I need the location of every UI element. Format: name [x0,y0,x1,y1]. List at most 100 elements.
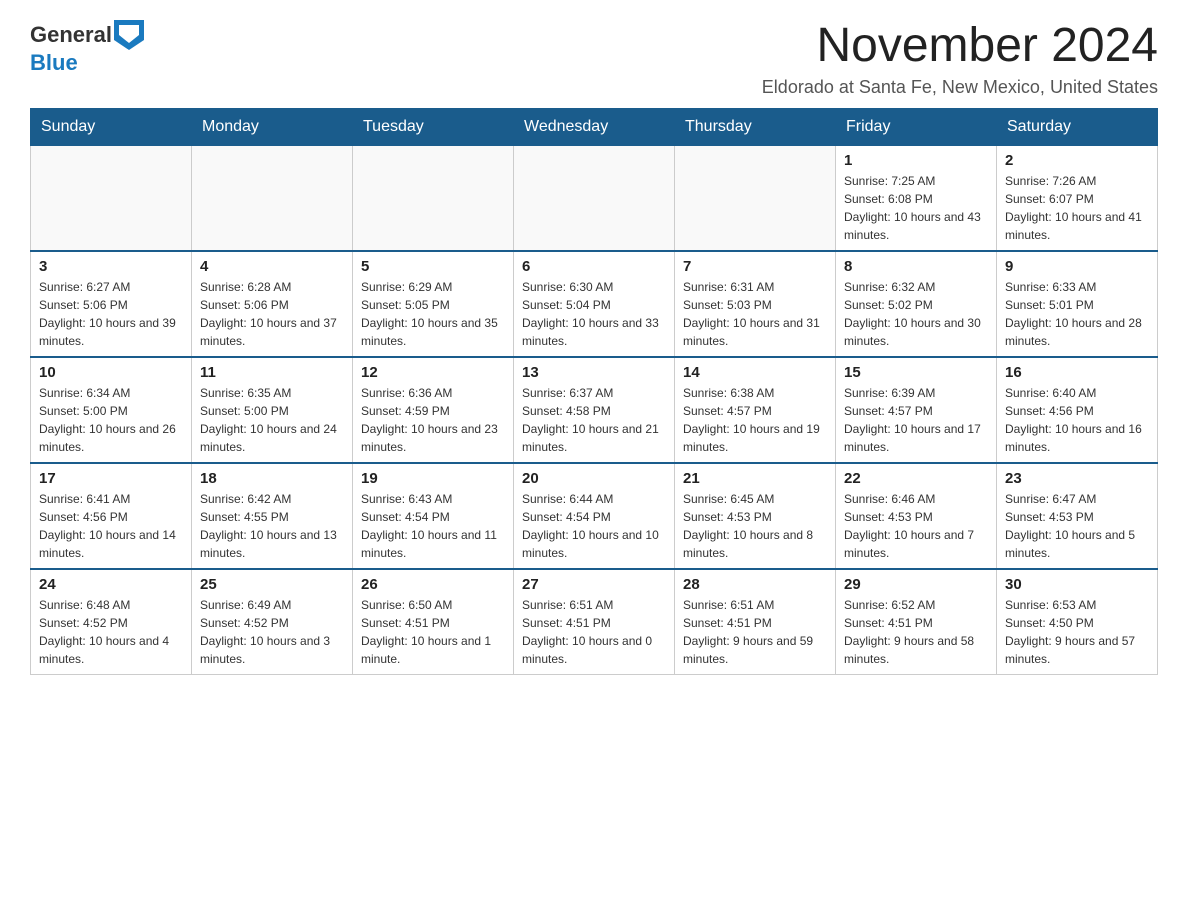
day-number: 3 [39,258,183,275]
calendar-cell: 24 Sunrise: 6:48 AM Sunset: 4:52 PM Dayli… [31,569,192,675]
col-header-thursday: Thursday [675,109,836,145]
calendar-cell: 4 Sunrise: 6:28 AM Sunset: 5:06 PM Daylig… [192,251,353,357]
calendar-cell: 3 Sunrise: 6:27 AM Sunset: 5:06 PM Daylig… [31,251,192,357]
calendar-cell: 18 Sunrise: 6:42 AM Sunset: 4:55 PM Dayli… [192,463,353,569]
day-info: Sunrise: 6:28 AM Sunset: 5:06 PM Dayligh… [200,278,344,350]
logo-blue: Blue [30,50,78,75]
day-number: 28 [683,576,827,593]
day-number: 11 [200,364,344,381]
calendar-week-2: 10 Sunrise: 6:34 AM Sunset: 5:00 PM Dayli… [31,357,1158,463]
col-header-friday: Friday [836,109,997,145]
calendar-week-4: 24 Sunrise: 6:48 AM Sunset: 4:52 PM Dayli… [31,569,1158,675]
calendar-cell: 26 Sunrise: 6:50 AM Sunset: 4:51 PM Dayli… [353,569,514,675]
logo-icon [114,20,144,50]
day-number: 27 [522,576,666,593]
day-number: 9 [1005,258,1149,275]
day-number: 1 [844,152,988,169]
day-number: 14 [683,364,827,381]
calendar-cell: 30Sunrise: 6:53 AM Sunset: 4:50 PM Dayli… [997,569,1158,675]
col-header-saturday: Saturday [997,109,1158,145]
day-info: Sunrise: 6:48 AM Sunset: 4:52 PM Dayligh… [39,596,183,668]
calendar-cell [353,145,514,251]
day-info: Sunrise: 6:37 AM Sunset: 4:58 PM Dayligh… [522,384,666,456]
day-number: 12 [361,364,505,381]
day-info: Sunrise: 6:35 AM Sunset: 5:00 PM Dayligh… [200,384,344,456]
location: Eldorado at Santa Fe, New Mexico, United… [762,77,1158,98]
col-header-sunday: Sunday [31,109,192,145]
day-info: Sunrise: 6:42 AM Sunset: 4:55 PM Dayligh… [200,490,344,562]
day-info: Sunrise: 6:27 AM Sunset: 5:06 PM Dayligh… [39,278,183,350]
day-number: 10 [39,364,183,381]
day-info: Sunrise: 6:49 AM Sunset: 4:52 PM Dayligh… [200,596,344,668]
calendar-week-3: 17 Sunrise: 6:41 AM Sunset: 4:56 PM Dayli… [31,463,1158,569]
day-number: 4 [200,258,344,275]
calendar-cell [31,145,192,251]
calendar-cell: 27Sunrise: 6:51 AM Sunset: 4:51 PM Dayli… [514,569,675,675]
day-number: 16 [1005,364,1149,381]
logo: General Blue [30,20,144,76]
calendar-cell: 8Sunrise: 6:32 AM Sunset: 5:02 PM Daylig… [836,251,997,357]
day-info: Sunrise: 7:26 AM Sunset: 6:07 PM Dayligh… [1005,172,1149,244]
day-number: 18 [200,470,344,487]
day-info: Sunrise: 6:51 AM Sunset: 4:51 PM Dayligh… [683,596,827,668]
calendar-cell: 10 Sunrise: 6:34 AM Sunset: 5:00 PM Dayli… [31,357,192,463]
day-number: 25 [200,576,344,593]
day-number: 5 [361,258,505,275]
calendar-cell: 9 Sunrise: 6:33 AM Sunset: 5:01 PM Daylig… [997,251,1158,357]
day-info: Sunrise: 6:50 AM Sunset: 4:51 PM Dayligh… [361,596,505,668]
day-number: 7 [683,258,827,275]
day-info: Sunrise: 6:34 AM Sunset: 5:00 PM Dayligh… [39,384,183,456]
day-info: Sunrise: 6:40 AM Sunset: 4:56 PM Dayligh… [1005,384,1149,456]
day-number: 15 [844,364,988,381]
calendar-cell: 11 Sunrise: 6:35 AM Sunset: 5:00 PM Dayli… [192,357,353,463]
day-number: 8 [844,258,988,275]
day-number: 26 [361,576,505,593]
calendar-cell: 20Sunrise: 6:44 AM Sunset: 4:54 PM Dayli… [514,463,675,569]
calendar-cell: 29 Sunrise: 6:52 AM Sunset: 4:51 PM Dayli… [836,569,997,675]
day-info: Sunrise: 6:30 AM Sunset: 5:04 PM Dayligh… [522,278,666,350]
day-number: 29 [844,576,988,593]
calendar-cell: 5Sunrise: 6:29 AM Sunset: 5:05 PM Daylig… [353,251,514,357]
calendar-cell: 2 Sunrise: 7:26 AM Sunset: 6:07 PM Daylig… [997,145,1158,251]
day-number: 17 [39,470,183,487]
day-info: Sunrise: 6:36 AM Sunset: 4:59 PM Dayligh… [361,384,505,456]
day-info: Sunrise: 6:46 AM Sunset: 4:53 PM Dayligh… [844,490,988,562]
calendar-cell: 23 Sunrise: 6:47 AM Sunset: 4:53 PM Dayli… [997,463,1158,569]
day-info: Sunrise: 6:44 AM Sunset: 4:54 PM Dayligh… [522,490,666,562]
day-number: 13 [522,364,666,381]
calendar-cell: 25 Sunrise: 6:49 AM Sunset: 4:52 PM Dayli… [192,569,353,675]
day-info: Sunrise: 6:53 AM Sunset: 4:50 PM Dayligh… [1005,596,1149,668]
calendar-cell: 12 Sunrise: 6:36 AM Sunset: 4:59 PM Dayli… [353,357,514,463]
calendar-cell: 19Sunrise: 6:43 AM Sunset: 4:54 PM Dayli… [353,463,514,569]
day-info: Sunrise: 6:33 AM Sunset: 5:01 PM Dayligh… [1005,278,1149,350]
calendar-cell: 17 Sunrise: 6:41 AM Sunset: 4:56 PM Dayli… [31,463,192,569]
calendar-week-0: 1 Sunrise: 7:25 AM Sunset: 6:08 PM Daylig… [31,145,1158,251]
calendar-week-1: 3 Sunrise: 6:27 AM Sunset: 5:06 PM Daylig… [31,251,1158,357]
calendar-cell [514,145,675,251]
day-number: 24 [39,576,183,593]
calendar-cell: 7Sunrise: 6:31 AM Sunset: 5:03 PM Daylig… [675,251,836,357]
calendar-cell: 16 Sunrise: 6:40 AM Sunset: 4:56 PM Dayli… [997,357,1158,463]
calendar-cell [675,145,836,251]
calendar-cell: 21 Sunrise: 6:45 AM Sunset: 4:53 PM Dayli… [675,463,836,569]
calendar-cell: 1 Sunrise: 7:25 AM Sunset: 6:08 PM Daylig… [836,145,997,251]
day-number: 2 [1005,152,1149,169]
day-info: Sunrise: 6:45 AM Sunset: 4:53 PM Dayligh… [683,490,827,562]
day-info: Sunrise: 7:25 AM Sunset: 6:08 PM Dayligh… [844,172,988,244]
calendar-header-row: SundayMondayTuesdayWednesdayThursdayFrid… [31,109,1158,145]
day-number: 23 [1005,470,1149,487]
day-number: 6 [522,258,666,275]
day-info: Sunrise: 6:52 AM Sunset: 4:51 PM Dayligh… [844,596,988,668]
col-header-monday: Monday [192,109,353,145]
day-info: Sunrise: 6:47 AM Sunset: 4:53 PM Dayligh… [1005,490,1149,562]
page-header: General Blue November 2024 Eldorado at S… [30,20,1158,98]
day-number: 19 [361,470,505,487]
day-info: Sunrise: 6:39 AM Sunset: 4:57 PM Dayligh… [844,384,988,456]
day-number: 21 [683,470,827,487]
day-info: Sunrise: 6:41 AM Sunset: 4:56 PM Dayligh… [39,490,183,562]
logo-general: General [30,22,112,48]
col-header-wednesday: Wednesday [514,109,675,145]
day-info: Sunrise: 6:38 AM Sunset: 4:57 PM Dayligh… [683,384,827,456]
calendar-cell: 22Sunrise: 6:46 AM Sunset: 4:53 PM Dayli… [836,463,997,569]
calendar-cell: 13 Sunrise: 6:37 AM Sunset: 4:58 PM Dayli… [514,357,675,463]
